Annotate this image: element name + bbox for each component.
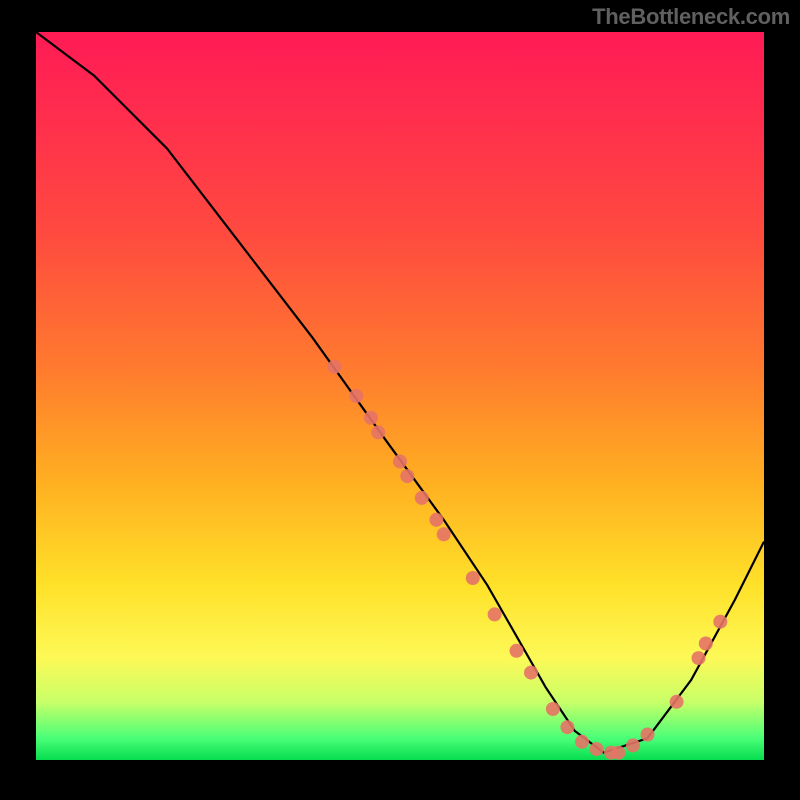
data-point [670, 695, 684, 709]
data-point [437, 527, 451, 541]
data-points [328, 360, 728, 760]
data-point [692, 651, 706, 665]
data-point [488, 607, 502, 621]
data-point [466, 571, 480, 585]
data-point [400, 469, 414, 483]
data-point [626, 738, 640, 752]
data-point [393, 455, 407, 469]
data-point [510, 644, 524, 658]
data-point [713, 615, 727, 629]
data-point [641, 728, 655, 742]
bottleneck-curve [36, 32, 764, 753]
data-point [328, 360, 342, 374]
figure-root: TheBottleneck.com [0, 0, 800, 800]
plot-area [36, 32, 764, 760]
data-point [371, 425, 385, 439]
data-point [364, 411, 378, 425]
data-point [560, 720, 574, 734]
data-point [524, 666, 538, 680]
data-point [575, 735, 589, 749]
data-point [546, 702, 560, 716]
data-point [349, 389, 363, 403]
chart-overlay [36, 32, 764, 760]
watermark-text: TheBottleneck.com [592, 4, 790, 30]
data-point [590, 742, 604, 756]
data-point [699, 637, 713, 651]
data-point [415, 491, 429, 505]
data-point [429, 513, 443, 527]
data-point [611, 746, 625, 760]
